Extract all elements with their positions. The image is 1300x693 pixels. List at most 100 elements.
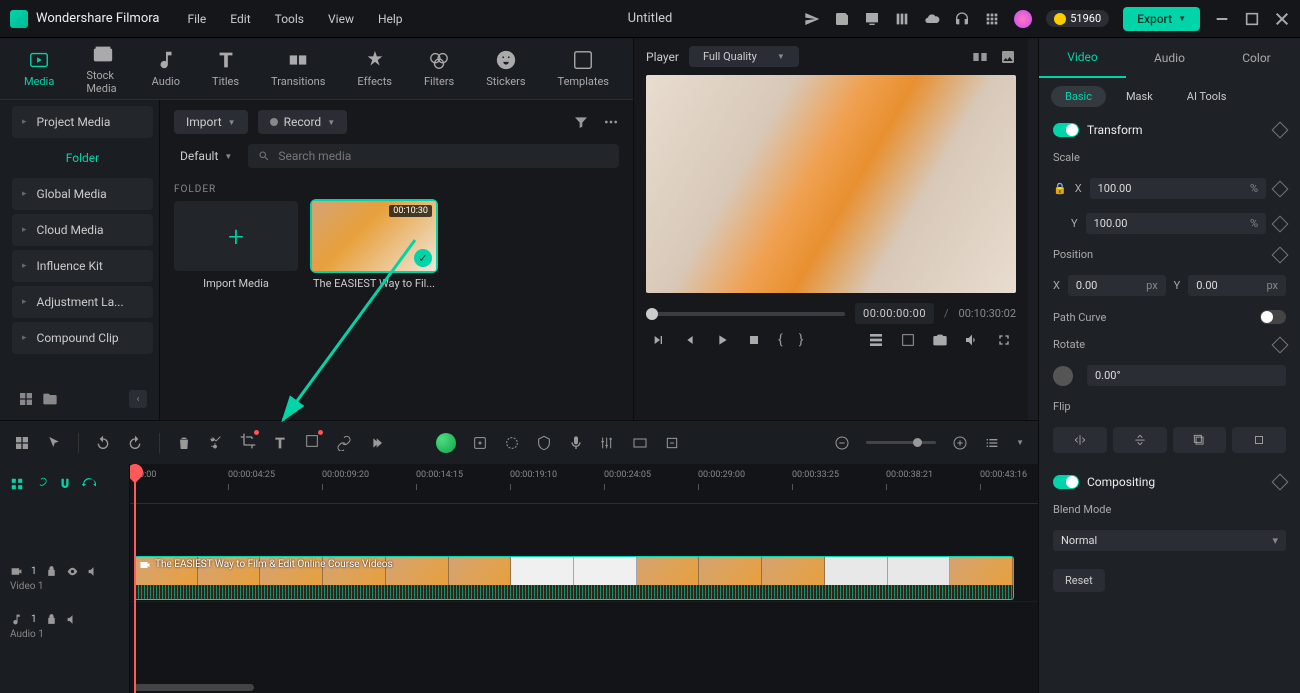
menu-view[interactable]: View: [328, 12, 354, 26]
lock-icon[interactable]: [45, 613, 58, 626]
transform-toggle[interactable]: [1053, 123, 1079, 137]
monitor-icon[interactable]: [864, 11, 880, 27]
grid-icon[interactable]: [18, 391, 34, 407]
picture-icon[interactable]: [1000, 49, 1016, 65]
keyframe-icon[interactable]: [1272, 122, 1289, 139]
sort-dropdown[interactable]: Default▼: [174, 145, 238, 167]
mute-icon[interactable]: [66, 613, 79, 626]
shield-icon[interactable]: [536, 435, 552, 451]
lock-aspect-icon[interactable]: 🔒: [1053, 182, 1067, 195]
mark-in-icon[interactable]: {: [778, 332, 783, 348]
track-sync-icon[interactable]: [82, 477, 96, 491]
menu-edit[interactable]: Edit: [230, 12, 250, 26]
pos-x-input[interactable]: 0.00px: [1068, 275, 1166, 296]
prop-tab-color[interactable]: Color: [1213, 38, 1300, 78]
volume-icon[interactable]: [964, 332, 980, 348]
cut-icon[interactable]: [208, 435, 224, 451]
keyframe-icon[interactable]: [1272, 474, 1289, 491]
select-tool-icon[interactable]: [46, 435, 62, 451]
tab-templates[interactable]: Templates: [558, 49, 609, 88]
paste-button[interactable]: [1232, 427, 1286, 453]
preview-viewport[interactable]: [646, 75, 1016, 293]
pos-y-input[interactable]: 0.00px: [1188, 275, 1286, 296]
track-magnetic-icon[interactable]: [58, 477, 72, 491]
keyframe-icon[interactable]: [1272, 336, 1289, 353]
scale-y-input[interactable]: 100.00%: [1086, 213, 1266, 234]
pathcurve-toggle[interactable]: [1260, 310, 1286, 324]
more-icon[interactable]: [603, 114, 619, 130]
flip-v-button[interactable]: [1113, 427, 1167, 453]
enhance-icon[interactable]: [472, 435, 488, 451]
minimize-button[interactable]: [1214, 11, 1230, 27]
more-tools-icon[interactable]: [368, 435, 384, 451]
tab-stock-media[interactable]: Stock Media: [86, 43, 119, 95]
tab-media[interactable]: Media: [24, 49, 54, 88]
sidebar-influence-kit[interactable]: ▸Influence Kit: [12, 250, 153, 282]
user-avatar[interactable]: [1014, 10, 1032, 28]
fit-icon[interactable]: [664, 435, 680, 451]
tab-titles[interactable]: Titles: [212, 49, 239, 88]
tab-filters[interactable]: Filters: [424, 49, 454, 88]
scale-x-input[interactable]: 100.00%: [1090, 178, 1266, 199]
redo-icon[interactable]: [127, 435, 143, 451]
mic-icon[interactable]: [568, 435, 584, 451]
zoom-slider[interactable]: [866, 441, 936, 444]
adjust-icon[interactable]: [304, 433, 320, 449]
apps-icon[interactable]: [984, 11, 1000, 27]
sidebar-folder[interactable]: Folder: [12, 142, 153, 174]
video-clip-tile[interactable]: 00:10:30 ✓: [312, 201, 436, 271]
search-input[interactable]: Search media: [248, 144, 619, 168]
marker-icon[interactable]: [868, 332, 884, 348]
rotate-input[interactable]: 0.00°: [1087, 365, 1286, 386]
tab-audio[interactable]: Audio: [152, 49, 180, 88]
record-button[interactable]: Record▼: [258, 110, 348, 134]
mixer-icon[interactable]: [600, 435, 616, 451]
compare-view-icon[interactable]: [972, 49, 988, 65]
text-tool-icon[interactable]: [272, 435, 288, 451]
undo-icon[interactable]: [95, 435, 111, 451]
subtab-aitools[interactable]: AI Tools: [1173, 86, 1241, 107]
sidebar-project-media[interactable]: ▸Project Media: [12, 106, 153, 138]
new-folder-icon[interactable]: [42, 391, 58, 407]
tab-transitions[interactable]: Transitions: [271, 49, 325, 88]
export-button[interactable]: Export▼: [1123, 7, 1200, 31]
current-timecode[interactable]: 00:00:00:00: [855, 303, 934, 324]
zoom-out-icon[interactable]: [834, 435, 850, 451]
prev-frame-icon[interactable]: [650, 332, 666, 348]
menu-file[interactable]: File: [187, 12, 206, 26]
sidebar-global-media[interactable]: ▸Global Media: [12, 178, 153, 210]
track-link-icon[interactable]: [34, 477, 48, 491]
tab-stickers[interactable]: Stickers: [486, 49, 525, 88]
mute-icon[interactable]: [87, 565, 100, 578]
sidebar-adjustment-layer[interactable]: ▸Adjustment La...: [12, 286, 153, 318]
headset-icon[interactable]: [954, 11, 970, 27]
layout-icon[interactable]: [14, 435, 30, 451]
subtab-basic[interactable]: Basic: [1051, 86, 1106, 107]
menu-tools[interactable]: Tools: [275, 12, 304, 26]
library-icon[interactable]: [894, 11, 910, 27]
import-button[interactable]: Import▼: [174, 110, 248, 134]
close-button[interactable]: [1274, 11, 1290, 27]
maximize-button[interactable]: [1244, 11, 1260, 27]
timeline-clip[interactable]: The EASIEST Way to Film & Edit Online Co…: [134, 556, 1014, 600]
snapshot-icon[interactable]: [932, 332, 948, 348]
crop-tool-icon[interactable]: [240, 433, 256, 449]
playhead[interactable]: [134, 464, 136, 693]
timeline-ruler[interactable]: 00:00 00:00:04:25 00:00:09:20 00:00:14:1…: [130, 464, 1038, 504]
delete-icon[interactable]: [176, 435, 192, 451]
zoom-in-icon[interactable]: [952, 435, 968, 451]
prop-tab-audio[interactable]: Audio: [1126, 38, 1213, 78]
copy-button[interactable]: [1173, 427, 1227, 453]
prop-tab-video[interactable]: Video: [1039, 38, 1126, 78]
blend-mode-dropdown[interactable]: Normal▾: [1053, 530, 1286, 551]
fullscreen-icon[interactable]: [996, 332, 1012, 348]
audio-track-head[interactable]: 1 Audio 1: [0, 602, 129, 650]
import-media-tile[interactable]: +: [174, 201, 298, 271]
collapse-sidebar-button[interactable]: ‹: [129, 390, 147, 408]
list-view-icon[interactable]: [984, 435, 1000, 451]
coins-pill[interactable]: 51960: [1046, 10, 1109, 27]
lock-icon[interactable]: [45, 565, 58, 578]
keyframe-icon[interactable]: [1272, 215, 1289, 232]
ai-button[interactable]: [436, 433, 456, 453]
play-icon[interactable]: [714, 332, 730, 348]
